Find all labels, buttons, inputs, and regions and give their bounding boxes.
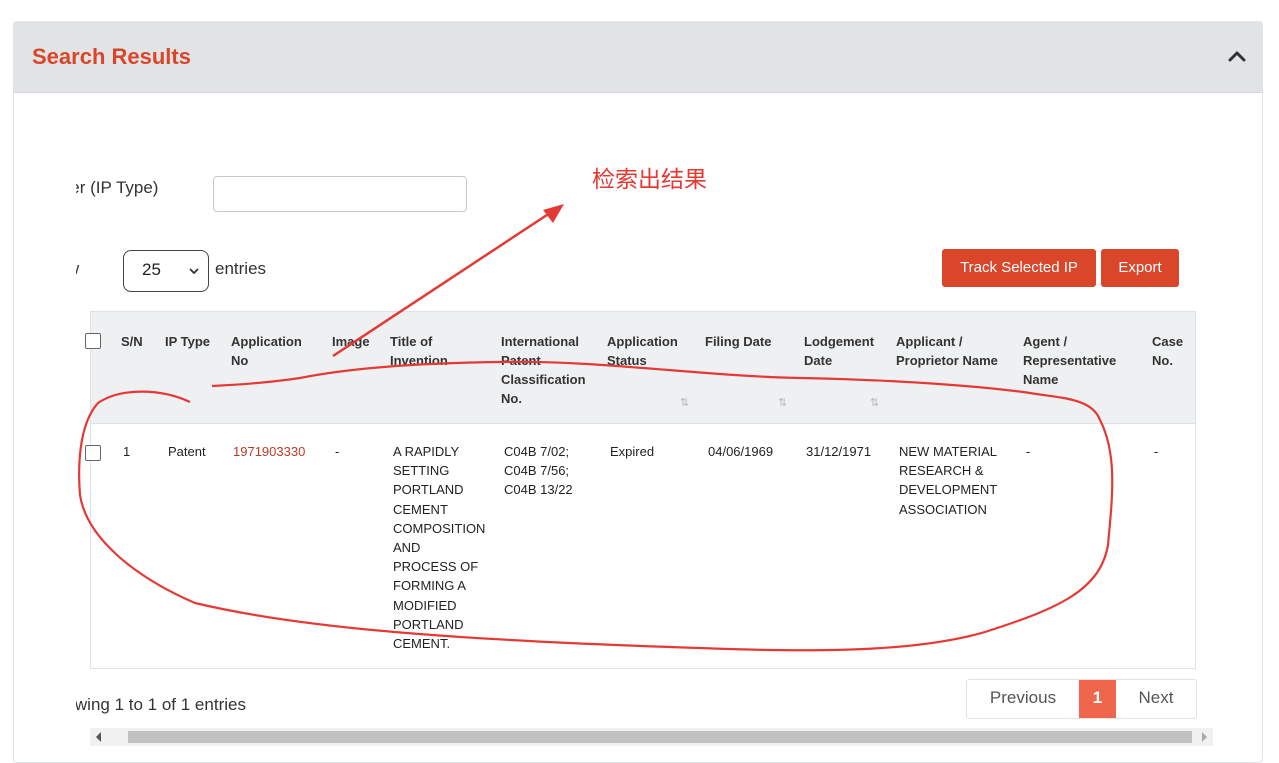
col-header-ip-type[interactable]: IP Type [165, 332, 210, 351]
sort-icon[interactable]: ⇅ [680, 396, 689, 409]
col-header-ipc[interactable]: International Patent Classification No. [501, 332, 596, 408]
col-header-case-no[interactable]: Case No. [1152, 332, 1192, 370]
cell-applicant: NEW MATERIAL RESEARCH & DEVELOPMENT ASSO… [899, 444, 998, 517]
filter-label: ilter (IP Type) [76, 178, 159, 197]
row-checkbox[interactable] [85, 445, 101, 461]
col-header-status[interactable]: Application Status [607, 332, 689, 370]
sort-icon[interactable]: ⇅ [870, 396, 879, 409]
card-title: Search Results [32, 44, 191, 69]
results-table: S/N IP Type Application No Image Title o… [85, 311, 1196, 669]
col-header-applicant[interactable]: Applicant / Proprietor Name [896, 332, 1008, 370]
cell-case-no: - [1154, 444, 1159, 459]
results-body: ilter (IP Type) how 25 entries Track Sel… [76, 114, 1262, 754]
track-selected-ip-button[interactable]: Track Selected IP [942, 249, 1096, 287]
entries-label: entries [215, 259, 267, 278]
card-header[interactable]: Search Results [14, 22, 1262, 93]
previous-page-button[interactable]: Previous [967, 680, 1079, 718]
col-header-filing-date[interactable]: Filing Date [705, 332, 785, 351]
cell-image: - [335, 444, 340, 459]
sort-icon[interactable]: ⇅ [778, 396, 787, 409]
horizontal-scrollbar[interactable] [90, 728, 1213, 746]
application-no-link[interactable]: 1971903330 [233, 442, 305, 461]
select-all-checkbox[interactable] [85, 333, 101, 349]
table-info: howing 1 to 1 of 1 entries [76, 695, 246, 714]
next-page-button[interactable]: Next [1116, 680, 1196, 718]
cell-sn: 1 [123, 444, 131, 459]
cell-filing-date: 04/06/1969 [708, 444, 774, 459]
cell-agent: - [1026, 444, 1031, 459]
pagination: Previous 1 Next [966, 679, 1197, 719]
chevron-down-icon [189, 268, 199, 275]
table-header: S/N IP Type Application No Image Title o… [85, 312, 1195, 424]
cell-ip-type: Patent [168, 444, 206, 459]
page-1-button[interactable]: 1 [1079, 680, 1116, 718]
col-header-application-no[interactable]: Application No [231, 332, 315, 370]
col-header-agent[interactable]: Agent / Representative Name [1023, 332, 1133, 389]
cell-ipc: C04B 7/02; C04B 7/56; C04B 13/22 [504, 444, 573, 498]
annotation-text: 检索出结果 [592, 167, 707, 193]
col-header-sn[interactable]: S/N [121, 332, 143, 351]
chevron-up-icon[interactable] [1228, 49, 1246, 63]
cell-lodgement-date: 31/12/1971 [806, 444, 872, 459]
export-button[interactable]: Export [1101, 249, 1179, 287]
entries-select-value: 25 [142, 260, 161, 279]
col-header-lodgement-date[interactable]: Lodgement Date [804, 332, 884, 370]
show-label: how [76, 259, 79, 279]
scrollbar-thumb[interactable] [128, 731, 1192, 743]
col-header-title[interactable]: Title of Invention [390, 332, 470, 370]
cell-status: Expired [610, 444, 655, 459]
cell-title: A RAPIDLY SETTING PORTLAND CEMENT COMPOS… [393, 444, 486, 652]
entries-select[interactable]: 25 [123, 250, 209, 292]
filter-input[interactable] [213, 176, 467, 212]
search-results-card: Search Results ilter (IP Type) how 25 en… [13, 21, 1263, 763]
col-header-image[interactable]: Image [332, 332, 370, 351]
